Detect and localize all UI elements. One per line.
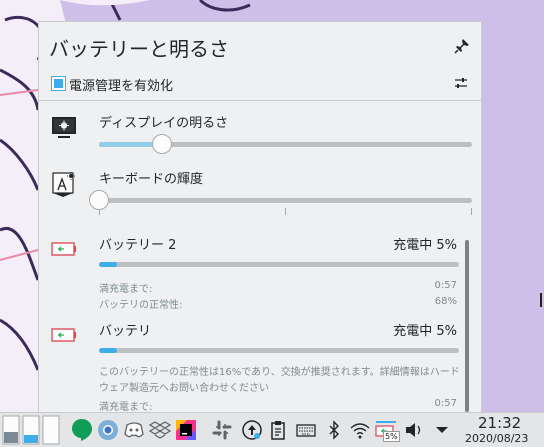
display-brightness-icon — [50, 114, 78, 142]
slider-track — [99, 198, 472, 203]
taskbar: 5% 21:32 2020/08/23 — [0, 412, 544, 447]
battery2-health-value: 68% — [434, 296, 457, 307]
battery-brightness-popup: バッテリーと明るさ 電源管理を有効化 ディスプレイの明るさ キーボードの輝度 バ… — [38, 21, 482, 412]
battery2-health-label: バッテリの正常性: — [99, 300, 183, 311]
clipboard-icon[interactable] — [266, 416, 290, 444]
keyboard-brightness-slider[interactable] — [89, 188, 472, 215]
keyboard-brightness-icon — [50, 170, 78, 198]
battery-time-value: 0:57 — [434, 398, 457, 409]
pin-icon[interactable] — [453, 37, 471, 55]
power-management-label: 電源管理を有効化 — [69, 79, 174, 94]
volume-icon[interactable] — [402, 416, 426, 444]
discord-icon[interactable] — [122, 416, 146, 444]
battery-status: 充電中 5% — [393, 324, 457, 339]
progress-fill — [99, 262, 117, 267]
battery2-name: バッテリー 2 — [99, 238, 177, 253]
battery-health-notice: このバッテリーの正常性は16%であり、交換が推奨されます。詳細情報はハードウェア… — [99, 367, 460, 394]
slider-handle[interactable] — [152, 134, 173, 154]
battery-percent-badge: 5% — [383, 431, 400, 442]
chromium-icon[interactable] — [96, 416, 120, 444]
battery-icon — [50, 235, 78, 263]
battery-time-label: 満充電まで: — [99, 402, 153, 412]
jetbrains-icon[interactable] — [174, 416, 198, 444]
battery-progress-bar — [99, 348, 459, 353]
display-brightness-label: ディスプレイの明るさ — [99, 116, 229, 131]
dropbox-icon[interactable] — [148, 416, 172, 444]
display-brightness-slider[interactable] — [99, 132, 472, 156]
keyboard-brightness-label: キーボードの輝度 — [99, 172, 204, 187]
wifi-icon[interactable] — [348, 416, 372, 444]
update-icon[interactable] — [240, 416, 264, 444]
battery-icon — [50, 321, 78, 349]
activity-pager[interactable] — [2, 415, 60, 445]
battery2-time-value: 0:57 — [434, 280, 457, 291]
clock-date[interactable]: 2020/08/23 — [465, 432, 528, 445]
battery2-progress-bar — [99, 262, 459, 267]
popup-title: バッテリーと明るさ — [49, 37, 229, 61]
battery2-status: 充電中 5% — [393, 238, 457, 253]
power-management-checkbox[interactable] — [51, 76, 66, 91]
popup-scrollbar[interactable] — [465, 240, 469, 412]
battery2-time-label: 満充電まで: — [99, 284, 153, 295]
screen-edge-handle — [540, 293, 542, 307]
clock-time[interactable]: 21:32 — [478, 414, 521, 432]
hangouts-icon[interactable] — [70, 416, 94, 444]
slack-icon[interactable] — [210, 416, 234, 444]
slider-tick — [471, 208, 472, 215]
checkbox-check-mark — [54, 79, 63, 88]
progress-fill — [99, 348, 117, 353]
configure-icon[interactable] — [453, 75, 469, 91]
slider-tick — [285, 208, 286, 215]
battery-name: バッテリ — [99, 324, 152, 339]
slider-handle[interactable] — [89, 190, 109, 210]
separator — [39, 100, 481, 101]
expand-tray-icon[interactable] — [430, 416, 454, 444]
bluetooth-icon[interactable] — [322, 416, 346, 444]
keyboard-icon[interactable] — [294, 416, 318, 444]
